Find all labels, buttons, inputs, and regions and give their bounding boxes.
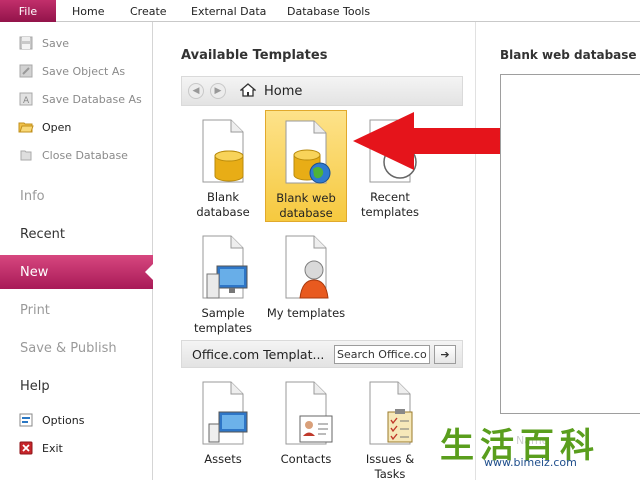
watermark-url: www.bimeiz.com — [484, 456, 577, 469]
watermark: 生活百科 www.bimeiz.com — [440, 418, 640, 480]
red-arrow-icon — [353, 112, 500, 170]
